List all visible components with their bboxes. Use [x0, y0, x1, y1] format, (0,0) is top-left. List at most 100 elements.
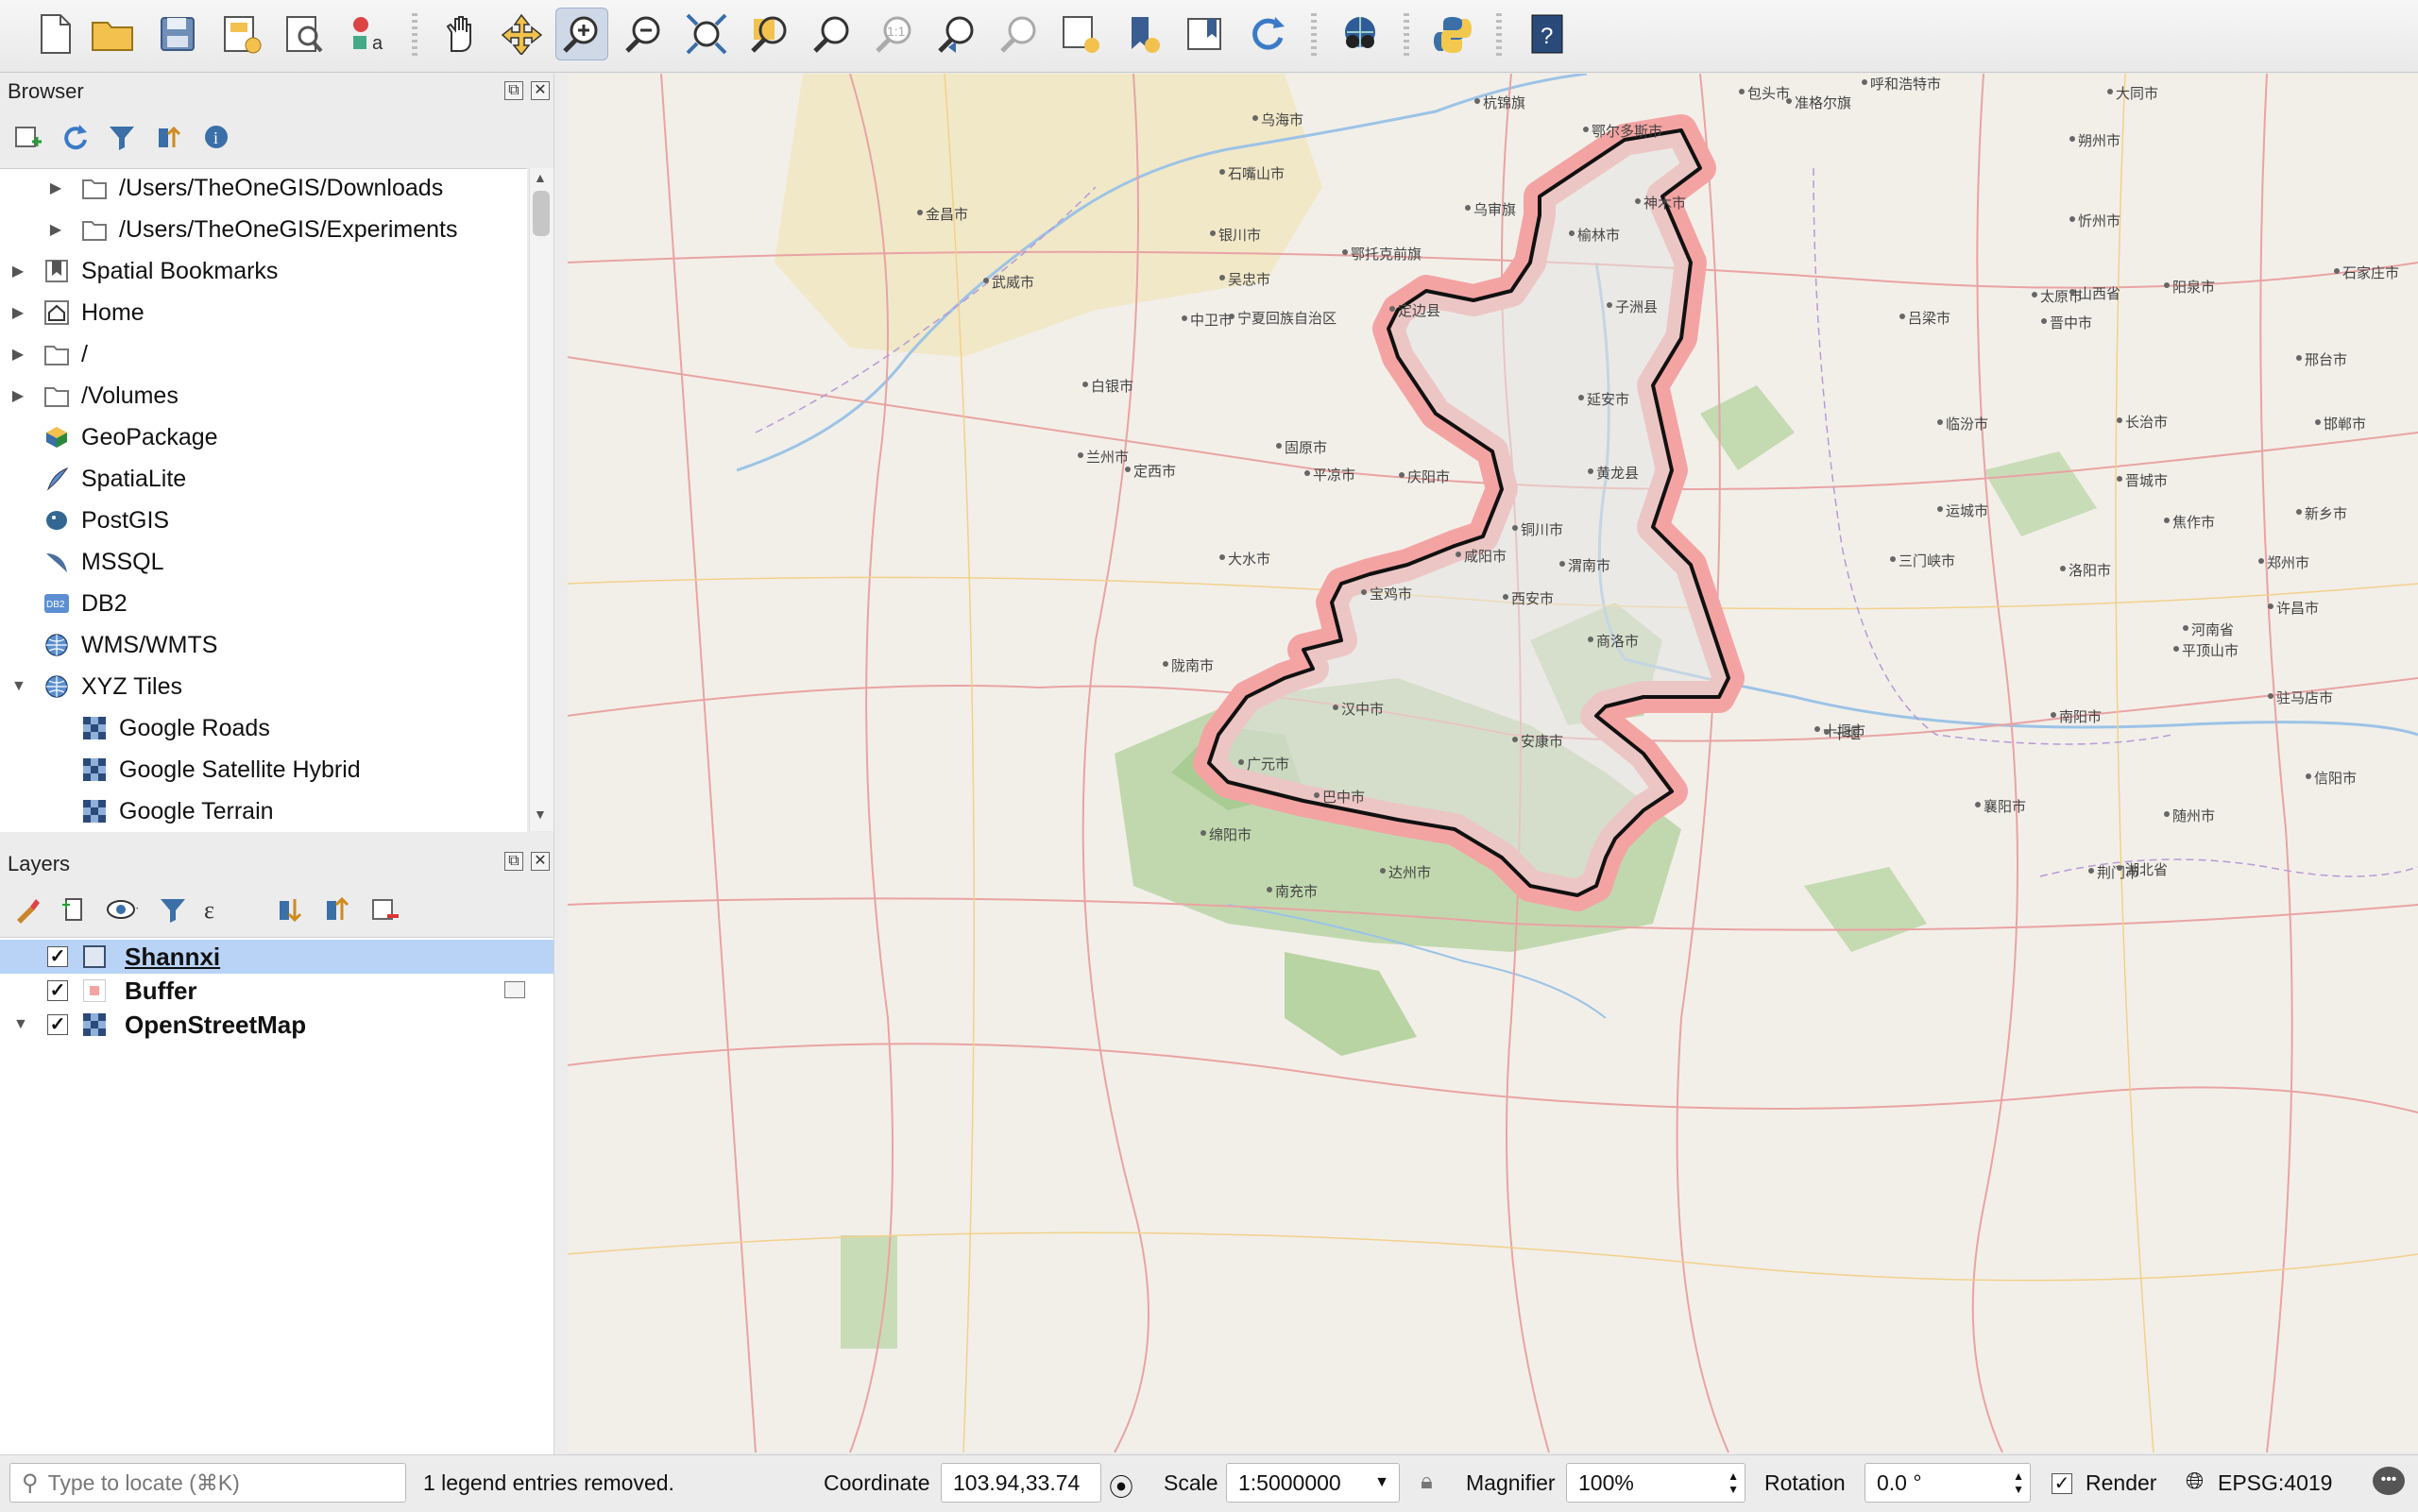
zoom-to-layer-icon[interactable]	[805, 8, 858, 60]
scrollbar-thumb[interactable]	[533, 191, 550, 236]
scale-combobox[interactable]: 1:5000000 ▼	[1226, 1463, 1400, 1503]
rotation-spinbox[interactable]: 0.0 ° ▲ ▼	[1865, 1463, 2031, 1503]
layout-manager-icon[interactable]	[278, 8, 331, 60]
layer-visibility-checkbox[interactable]: ✓	[47, 1014, 68, 1035]
new-bookmark-icon[interactable]	[1116, 8, 1169, 60]
browser-item[interactable]: ▶ /Users/TheOneGIS/Downloads	[0, 171, 527, 205]
identify-icon[interactable]	[1334, 8, 1387, 60]
remove-layer-icon[interactable]	[368, 893, 400, 926]
render-checkbox[interactable]: ✓	[2052, 1473, 2072, 1494]
city-dot	[1578, 395, 1584, 400]
collapsed-arrow-icon[interactable]: ▶	[49, 178, 62, 197]
filter-browser-icon[interactable]	[106, 121, 138, 153]
globe-icon	[43, 673, 70, 700]
browser-item[interactable]: GeoPackage	[0, 420, 527, 454]
temporary-layer-indicator-icon[interactable]	[504, 981, 525, 998]
collapse-all-layers-icon[interactable]	[321, 893, 353, 926]
expand-all-icon[interactable]	[274, 893, 306, 926]
browser-item[interactable]: WMS/WMTS	[0, 628, 527, 662]
collapsed-arrow-icon[interactable]: ▶	[49, 220, 62, 239]
layer-visibility-checkbox[interactable]: ✓	[47, 980, 68, 1001]
home-icon	[43, 299, 70, 326]
layer-visibility-checkbox[interactable]: ✓	[47, 946, 68, 967]
new-map-view-icon[interactable]	[1054, 8, 1107, 60]
browser-item-label: Google Terrain	[119, 798, 274, 824]
collapsed-arrow-icon[interactable]: ▶	[11, 345, 25, 364]
city-dot	[1229, 314, 1235, 319]
zoom-to-selection-icon[interactable]	[742, 8, 795, 60]
scroll-down-arrow-icon[interactable]: ▼	[534, 807, 547, 822]
collapse-all-icon[interactable]	[153, 121, 185, 153]
manage-visibility-icon[interactable]	[106, 893, 138, 926]
browser-item[interactable]: ▶ /	[0, 337, 527, 371]
collapsed-arrow-icon[interactable]: ▶	[11, 303, 25, 322]
browser-item[interactable]: SpatiaLite	[0, 462, 527, 496]
browser-item[interactable]: PostGIS	[0, 503, 527, 537]
svg-text:1:1: 1:1	[887, 24, 906, 39]
browser-item[interactable]: Google Satellite Hybrid	[0, 753, 527, 787]
zoom-out-icon[interactable]	[618, 8, 671, 60]
style-panel-icon[interactable]	[11, 893, 43, 926]
coordinate-field[interactable]: 103.94,33.74	[941, 1463, 1101, 1503]
help-icon[interactable]: ?	[1521, 8, 1574, 60]
rotation-spin-arrows-icon[interactable]: ▲ ▼	[2013, 1470, 2024, 1496]
undock-panel-icon[interactable]: ⧉	[504, 81, 523, 100]
zoom-last-icon[interactable]	[929, 8, 982, 60]
browser-item[interactable]: ▶ /Users/TheOneGIS/Experiments	[0, 212, 527, 246]
layer-item[interactable]: ✓ Buffer	[0, 974, 553, 1008]
zoom-in-icon[interactable]	[555, 8, 608, 60]
refresh-icon[interactable]	[1241, 8, 1294, 60]
map-canvas[interactable]: 乌海市 鄂尔多斯市 包头市 呼和浩特市 大同市 朔州市 石嘴山市 杭锦旗 准格尔旗 金昌市 武威市 银…	[567, 74, 2418, 1453]
browser-item[interactable]: DB2 DB2	[0, 586, 527, 620]
zoom-full-icon[interactable]	[680, 8, 733, 60]
new-print-layout-icon[interactable]	[215, 8, 268, 60]
browser-item[interactable]: ▶ Home	[0, 296, 527, 330]
show-bookmarks-icon[interactable]	[1179, 8, 1232, 60]
browser-item[interactable]: MSSQL	[0, 545, 527, 579]
close-panel-icon[interactable]: ✕	[531, 81, 550, 100]
map-place-label: 许昌市	[2276, 601, 2320, 617]
city-dot	[1267, 887, 1272, 892]
python-console-icon[interactable]	[1426, 8, 1479, 60]
filter-by-expression-icon[interactable]: ε	[202, 893, 234, 926]
add-layer-icon[interactable]	[11, 121, 43, 153]
refresh-browser-icon[interactable]	[59, 121, 91, 153]
zoom-next-icon[interactable]	[992, 8, 1045, 60]
magnifier-spinbox[interactable]: 100% ▲ ▼	[1566, 1463, 1745, 1503]
crs-globe-icon[interactable]: 🌐︎	[2186, 1469, 2204, 1495]
filter-legend-icon[interactable]	[157, 893, 189, 926]
browser-item[interactable]: ▶ Spatial Bookmarks	[0, 254, 527, 288]
save-project-icon[interactable]	[151, 8, 204, 60]
crs-label[interactable]: EPSG:4019	[2218, 1470, 2332, 1496]
open-project-icon[interactable]	[87, 8, 140, 60]
locate-search-field[interactable]: ⚲ Type to locate (⌘K)	[9, 1463, 406, 1503]
browser-item[interactable]: Google Roads	[0, 711, 527, 745]
pan-map-icon[interactable]	[433, 8, 485, 60]
expanded-arrow-icon[interactable]: ▼	[13, 1016, 28, 1033]
collapsed-arrow-icon[interactable]: ▶	[11, 386, 25, 405]
browser-scrollbar[interactable]: ▲ ▼	[529, 168, 554, 831]
browser-item[interactable]: Google Terrain	[0, 794, 527, 828]
toggle-extents-mouse-icon[interactable]: ⦿	[1109, 1469, 1133, 1504]
expanded-arrow-icon[interactable]: ▼	[11, 678, 26, 695]
browser-item[interactable]: ▼ XYZ Tiles	[0, 670, 527, 704]
style-manager-icon[interactable]: a	[342, 8, 395, 60]
city-dot	[1304, 470, 1310, 476]
undock-layers-panel-icon[interactable]: ⧉	[504, 852, 523, 871]
messages-icon[interactable]: •••	[2373, 1467, 2405, 1495]
layer-item[interactable]: ▼ ✓ OpenStreetMap	[0, 1008, 553, 1042]
zoom-native-resolution-icon[interactable]: 1:1	[867, 8, 920, 60]
browser-item[interactable]: ▶ /Volumes	[0, 379, 527, 413]
layer-item[interactable]: ✓ Shannxi	[0, 940, 553, 974]
properties-info-icon[interactable]: i	[200, 121, 232, 153]
close-layers-panel-icon[interactable]: ✕	[531, 852, 550, 871]
city-dot	[2296, 355, 2302, 361]
collapsed-arrow-icon[interactable]: ▶	[11, 262, 25, 280]
panel-splitter[interactable]	[553, 74, 568, 1454]
spin-arrows-icon[interactable]: ▲ ▼	[1728, 1470, 1739, 1496]
new-project-icon[interactable]	[28, 8, 81, 60]
pan-to-selection-icon[interactable]	[495, 8, 548, 60]
add-group-icon[interactable]	[59, 893, 91, 926]
scroll-up-arrow-icon[interactable]: ▲	[534, 170, 547, 185]
lock-scale-icon[interactable]: 🔒︎	[1421, 1469, 1433, 1495]
